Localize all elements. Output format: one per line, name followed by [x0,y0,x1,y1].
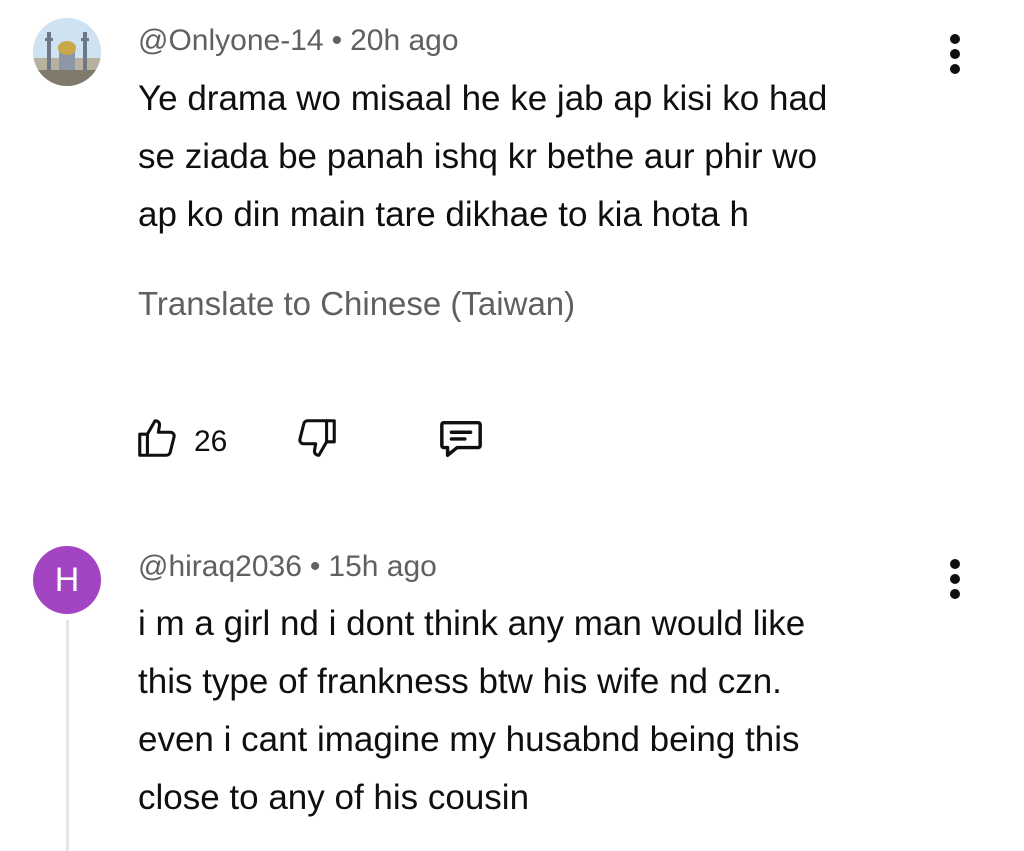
kebab-dot [950,574,960,584]
comment-text-line: close to any of his cousin [138,778,530,817]
reply-thread-line [66,620,69,851]
meta-separator: • [309,550,321,583]
comment-meta: @hiraq2036 • 15h ago [138,550,437,584]
comment-text-line: this type of frankness btw his wife nd c… [138,662,782,701]
kebab-dot [950,589,960,599]
user-avatar[interactable]: H [33,546,101,614]
comment-text: i m a girl nd i dont think any man would… [138,595,928,827]
comment-text-line: i m a girl nd i dont think any man would… [138,604,806,643]
comment-author-handle[interactable]: @hiraq2036 [138,550,302,583]
more-options-button[interactable] [940,555,970,605]
kebab-dot [950,559,960,569]
comment-item: H @hiraq2036 • 15h ago i m a girl nd i don… [0,0,1024,851]
comment-text-line: even i cant imagine my husabnd being thi… [138,720,800,759]
comment-timestamp[interactable]: 15h ago [328,550,436,583]
